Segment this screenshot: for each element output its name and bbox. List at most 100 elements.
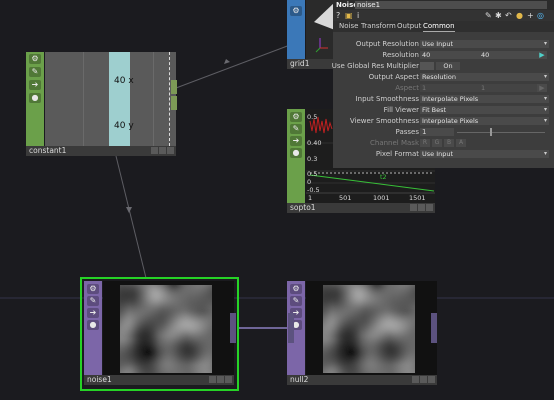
lock-icon[interactable]: ● bbox=[87, 320, 99, 330]
slider-handle[interactable] bbox=[490, 128, 492, 136]
pencil-icon[interactable]: ✎ bbox=[87, 296, 99, 306]
chevron-down-icon: ▾ bbox=[543, 95, 547, 102]
param-label: Passes bbox=[395, 128, 419, 136]
gear-icon[interactable]: ⚙ bbox=[87, 284, 99, 294]
output-connector[interactable] bbox=[431, 313, 437, 343]
pencil-icon[interactable]: ✎ bbox=[290, 296, 302, 306]
output-aspect-menu[interactable]: Resolution ▾ bbox=[420, 73, 549, 81]
passes-field[interactable]: 1 bbox=[420, 128, 454, 136]
node-noise[interactable]: ⚙ ✎ ➔ ● noise1 bbox=[84, 281, 234, 385]
arrow-right-icon[interactable]: ➔ bbox=[290, 136, 302, 146]
chevron-down-icon: ▾ bbox=[543, 40, 547, 47]
info-icon[interactable]: i bbox=[357, 11, 359, 20]
python-icon[interactable]: ▣ bbox=[345, 11, 353, 20]
pencil-icon[interactable]: ✎ bbox=[290, 124, 302, 134]
edit-icon[interactable]: ✎ bbox=[485, 11, 492, 20]
flag-bypass-icon[interactable] bbox=[151, 147, 158, 154]
chevron-down-icon: ▾ bbox=[543, 106, 547, 113]
param-value: Resolution bbox=[422, 73, 456, 81]
flag-bypass-icon[interactable] bbox=[209, 376, 216, 383]
play-icon[interactable]: ▶ bbox=[537, 51, 547, 59]
param-value: Interpolate Pixels bbox=[422, 95, 479, 103]
param-viewer-smoothness: Viewer Smoothness Interpolate Pixels ▾ bbox=[333, 116, 554, 126]
flag-render-icon[interactable] bbox=[167, 147, 174, 154]
tab-noise[interactable]: Noise bbox=[339, 22, 358, 31]
output-connector[interactable] bbox=[230, 313, 236, 343]
aspect-x-field: 1 bbox=[420, 84, 480, 92]
graph-tick-x: 1 bbox=[308, 194, 313, 202]
chevron-down-icon: ▾ bbox=[543, 73, 547, 80]
pencil-icon[interactable]: ✎ bbox=[29, 67, 41, 77]
gear-icon[interactable]: ⚙ bbox=[29, 54, 41, 64]
param-label: Viewer Smoothness bbox=[349, 117, 419, 125]
node-null[interactable]: ⚙ ✎ ➔ ● null2 bbox=[287, 281, 437, 385]
node-name: sopto1 bbox=[290, 203, 316, 212]
fill-viewer-menu[interactable]: Fit Best ▾ bbox=[420, 106, 549, 114]
flag-display-icon[interactable] bbox=[217, 376, 224, 383]
output-resolution-menu[interactable]: Use Input ▾ bbox=[420, 40, 549, 48]
noise-texture-preview bbox=[103, 281, 234, 375]
undo-icon[interactable]: ↶ bbox=[505, 11, 512, 20]
play-icon: ▶ bbox=[537, 84, 547, 92]
gear-icon[interactable]: ⚙ bbox=[290, 284, 302, 294]
input-smoothness-menu[interactable]: Interpolate Pixels ▾ bbox=[420, 95, 549, 103]
gear-icon[interactable]: ⚙ bbox=[290, 6, 302, 16]
global-res-value[interactable]: On bbox=[436, 62, 460, 70]
wire-arrow-icon bbox=[126, 207, 132, 213]
viewer bbox=[306, 0, 335, 59]
param-label: Output Resolution bbox=[355, 40, 419, 48]
resolution-y-field[interactable]: 40 bbox=[479, 51, 539, 59]
node-label: constant1 bbox=[26, 146, 176, 156]
gear-icon[interactable]: ⚙ bbox=[290, 112, 302, 122]
param-value: Fit Best bbox=[422, 106, 447, 114]
flag-display-icon[interactable] bbox=[420, 376, 427, 383]
wrench-icon[interactable]: ✱ bbox=[495, 11, 502, 20]
tab-transform[interactable]: Transform bbox=[361, 22, 396, 31]
tab-output[interactable]: Output bbox=[397, 22, 421, 31]
pixel-format-menu[interactable]: Use Input ▾ bbox=[420, 150, 549, 158]
slider-track bbox=[457, 132, 545, 133]
target-icon[interactable]: ◎ bbox=[537, 11, 544, 20]
flag-display-icon[interactable] bbox=[418, 204, 425, 211]
passes-slider[interactable]: 1 bbox=[420, 128, 547, 136]
param-aspect: Aspect 1 1 ▶ bbox=[333, 83, 554, 93]
node-label: sopto1 bbox=[287, 203, 435, 213]
chevron-down-icon: ▾ bbox=[543, 150, 547, 157]
output-connector[interactable] bbox=[171, 96, 177, 110]
flag-render-icon[interactable] bbox=[225, 376, 232, 383]
wire-constant-grid bbox=[175, 44, 291, 89]
panel-header: Noise noise1 bbox=[333, 0, 554, 10]
plus-icon[interactable]: + bbox=[527, 11, 534, 20]
graph-tick-y: 0.3 bbox=[307, 155, 318, 163]
resolution-x-field[interactable]: 40 bbox=[420, 51, 480, 59]
null-texture-preview bbox=[306, 281, 437, 375]
flag-render-icon[interactable] bbox=[428, 376, 435, 383]
help-icon[interactable]: ? bbox=[336, 11, 340, 20]
node-label: grid1 bbox=[287, 59, 335, 69]
tab-common[interactable]: Common bbox=[423, 22, 455, 32]
output-connector[interactable] bbox=[171, 80, 177, 94]
viewer-smoothness-menu[interactable]: Interpolate Pixels ▾ bbox=[420, 117, 549, 125]
color-icon[interactable]: ● bbox=[516, 11, 523, 20]
input-connector[interactable] bbox=[288, 313, 294, 343]
chevron-down-icon: ▾ bbox=[543, 117, 547, 124]
node-constant[interactable]: ⚙ ✎ ➔ ● 40 x 40 y constant1 bbox=[26, 52, 176, 156]
arrow-right-icon[interactable]: ➔ bbox=[29, 80, 41, 90]
graph-tick-y: -0.5 bbox=[307, 186, 320, 194]
global-res-toggle[interactable] bbox=[420, 62, 434, 70]
flag-display-icon[interactable] bbox=[159, 147, 166, 154]
op-name-field[interactable]: noise1 bbox=[355, 1, 547, 9]
parameter-panel: Noise noise1 ? ▣ i ✎ ✱ ↶ ● + ◎ Noise Tra… bbox=[332, 0, 554, 168]
flag-bypass-icon[interactable] bbox=[410, 204, 417, 211]
param-value: Use Input bbox=[422, 150, 454, 158]
node-label: noise1 bbox=[84, 375, 234, 385]
viewer: 40 x 40 y bbox=[45, 52, 176, 146]
arrow-right-icon[interactable]: ➔ bbox=[87, 308, 99, 318]
flag-render-icon[interactable] bbox=[426, 204, 433, 211]
param-passes: Passes 1 bbox=[333, 127, 554, 137]
graph-tick-y: 0 bbox=[307, 178, 312, 186]
node-grid[interactable]: ⚙ grid1 bbox=[287, 0, 335, 69]
lock-icon[interactable]: ● bbox=[290, 148, 302, 158]
flag-bypass-icon[interactable] bbox=[412, 376, 419, 383]
lock-icon[interactable]: ● bbox=[29, 93, 41, 103]
